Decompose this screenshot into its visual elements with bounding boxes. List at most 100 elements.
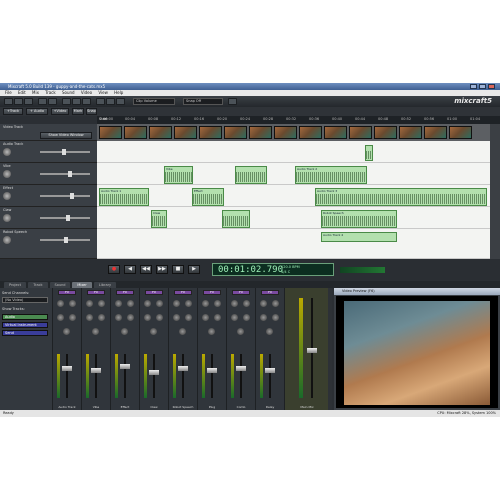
copy-icon[interactable] <box>72 98 81 105</box>
add-audio-button[interactable]: + Audio <box>26 108 48 115</box>
volume-slider[interactable] <box>40 149 90 155</box>
show-video-window-button[interactable]: Show Video Window <box>40 132 92 139</box>
eq-knob[interactable] <box>98 314 105 321</box>
lane-claw[interactable]: Claw Robot Speech <box>97 207 490 229</box>
mark-button[interactable]: Mark <box>72 108 84 115</box>
audio-clip[interactable]: Audio Track 4 <box>321 232 397 242</box>
send-knob[interactable] <box>231 314 238 321</box>
fx-button[interactable]: FX <box>116 290 134 295</box>
pan-knob[interactable] <box>121 328 128 335</box>
vibe-clip[interactable]: Vibe <box>164 166 193 184</box>
volume-slider[interactable] <box>40 171 90 177</box>
fx-button[interactable]: FX <box>58 290 76 295</box>
pan-knob[interactable] <box>208 328 215 335</box>
new-icon[interactable] <box>4 98 13 105</box>
fader-cap[interactable] <box>149 370 159 375</box>
fader-cap[interactable] <box>178 366 188 371</box>
audio-clip[interactable]: Audio Track 1 <box>99 188 149 206</box>
fader-cap[interactable] <box>91 368 101 373</box>
tempo-readout[interactable]: 120.0 BPM <box>281 265 300 269</box>
bus-send[interactable]: Send <box>2 330 48 336</box>
fast-forward-button[interactable]: ▶▶ <box>156 265 168 274</box>
audio-clip[interactable]: Audio Track 2 <box>295 166 367 184</box>
send-knob[interactable] <box>202 314 209 321</box>
eq-knob[interactable] <box>98 300 105 307</box>
timeline-scrollbar[interactable] <box>490 124 500 259</box>
fader-cap[interactable] <box>265 368 275 373</box>
close-button[interactable] <box>488 84 495 89</box>
eq-knob[interactable] <box>185 300 192 307</box>
bus-virtual-instrument[interactable]: Virtual Instrument <box>2 322 48 328</box>
settings-icon[interactable] <box>228 98 237 105</box>
pan-knob[interactable] <box>266 328 273 335</box>
channel-fader[interactable] <box>153 354 155 398</box>
video-preview-title[interactable]: Video Preview (F6) <box>334 288 500 295</box>
send-knob[interactable] <box>202 300 209 307</box>
eq-knob[interactable] <box>156 314 163 321</box>
send-knob[interactable] <box>144 300 151 307</box>
claw-clip[interactable]: Claw <box>151 210 167 228</box>
eq-knob[interactable] <box>69 314 76 321</box>
fader-cap[interactable] <box>120 364 130 369</box>
channel-fader[interactable] <box>124 354 126 398</box>
pan-knob[interactable] <box>179 328 186 335</box>
send-knob[interactable] <box>115 300 122 307</box>
eq-knob[interactable] <box>272 314 279 321</box>
volume-slider[interactable] <box>40 215 90 221</box>
redo-icon[interactable] <box>48 98 57 105</box>
send-knob[interactable] <box>144 314 151 321</box>
channel-fader[interactable] <box>66 354 68 398</box>
eq-knob[interactable] <box>214 314 221 321</box>
lane-effect[interactable]: Audio Track 1 Effect Audio Track 3 <box>97 185 490 207</box>
claw-clip[interactable] <box>222 210 250 228</box>
pan-knob[interactable] <box>3 214 11 222</box>
send-knob[interactable] <box>86 314 93 321</box>
fader-cap[interactable] <box>62 366 72 371</box>
add-video-button[interactable]: +Video <box>51 108 69 115</box>
fx-button[interactable]: FX <box>261 290 279 295</box>
volume-slider[interactable] <box>40 193 90 199</box>
send-knob[interactable] <box>57 300 64 307</box>
fader-cap[interactable] <box>236 366 246 371</box>
eq-knob[interactable] <box>185 314 192 321</box>
channel-fader[interactable] <box>182 354 184 398</box>
play-button[interactable]: ▶ <box>188 265 200 274</box>
eq-knob[interactable] <box>243 314 250 321</box>
send-knob[interactable] <box>57 314 64 321</box>
fx-button[interactable]: FX <box>203 290 221 295</box>
lane-robot-speech[interactable]: Audio Track 4 <box>97 229 490 259</box>
lane-audio[interactable] <box>97 141 490 163</box>
eq-knob[interactable] <box>243 300 250 307</box>
rewind-button[interactable]: ◀ <box>124 265 136 274</box>
track-header-vibe[interactable]: Vibe <box>0 163 97 185</box>
eq-knob[interactable] <box>69 300 76 307</box>
fader-cap[interactable] <box>307 348 317 353</box>
pan-knob[interactable] <box>3 170 11 178</box>
skip-back-button[interactable]: ◀◀ <box>140 265 152 274</box>
fx-button[interactable]: FX <box>174 290 192 295</box>
pan-knob[interactable] <box>92 328 99 335</box>
add-track-button[interactable]: +Track <box>3 108 23 115</box>
pan-knob[interactable] <box>3 236 11 244</box>
send-knob[interactable] <box>173 300 180 307</box>
send-channels-select[interactable]: (No Video) <box>2 297 48 303</box>
eq-knob[interactable] <box>127 314 134 321</box>
track-header-robot-speech[interactable]: Robot Speech <box>0 229 97 259</box>
minimize-button[interactable] <box>470 84 477 89</box>
stop-button[interactable]: ■ <box>172 265 184 274</box>
send-knob[interactable] <box>231 300 238 307</box>
signature-readout[interactable]: 4/4 C <box>281 270 290 274</box>
audio-clip[interactable]: Audio Track 3 <box>315 188 487 206</box>
paste-icon[interactable] <box>82 98 91 105</box>
cut-icon[interactable] <box>62 98 71 105</box>
send-knob[interactable] <box>260 300 267 307</box>
send-knob[interactable] <box>173 314 180 321</box>
split-tool-icon[interactable] <box>106 98 115 105</box>
save-icon[interactable] <box>24 98 33 105</box>
record-button[interactable]: ● <box>108 265 120 274</box>
channel-fader[interactable] <box>240 354 242 398</box>
send-knob[interactable] <box>260 314 267 321</box>
video-lane[interactable] <box>97 124 490 141</box>
snap-combo[interactable]: Snap Off <box>183 98 223 105</box>
track-header-claw[interactable]: Claw <box>0 207 97 229</box>
